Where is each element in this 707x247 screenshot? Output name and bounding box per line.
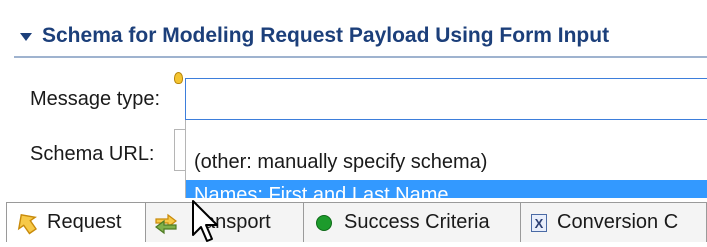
editor-panel: Schema for Modeling Request Payload Usin… bbox=[0, 0, 707, 247]
message-type-label: Message type: bbox=[30, 88, 161, 110]
section-title: Schema for Modeling Request Payload Usin… bbox=[42, 24, 610, 47]
tab-strip: Request ansport Success Criteria X Conve… bbox=[0, 198, 707, 247]
tab-conversion-label: Conversion C bbox=[557, 211, 679, 233]
message-type-combo[interactable] bbox=[185, 78, 707, 120]
tab-conversion[interactable]: X Conversion C bbox=[520, 202, 707, 242]
collapse-twisty-icon[interactable] bbox=[20, 33, 32, 41]
x-box-icon: X bbox=[531, 213, 547, 232]
tab-request[interactable]: Request bbox=[6, 202, 146, 242]
green-dot-icon bbox=[316, 214, 332, 231]
content-assist-lightbulb-icon bbox=[174, 72, 183, 84]
message-type-dropdown-list[interactable]: (other: manually specify schema) Names: … bbox=[185, 120, 707, 210]
schema-url-label: Schema URL: bbox=[30, 143, 155, 165]
tab-transport[interactable]: ansport bbox=[145, 202, 304, 242]
request-arrow-icon bbox=[17, 213, 37, 234]
section-divider bbox=[14, 56, 707, 58]
transport-icon bbox=[155, 213, 177, 234]
tab-success-criteria-label: Success Criteria bbox=[344, 211, 490, 233]
tab-request-label: Request bbox=[47, 211, 122, 233]
section-header[interactable]: Schema for Modeling Request Payload Usin… bbox=[14, 16, 707, 56]
dropdown-option-other[interactable]: (other: manually specify schema) bbox=[186, 147, 707, 177]
tab-success-criteria[interactable]: Success Criteria bbox=[303, 202, 521, 242]
mouse-pointer-icon bbox=[192, 200, 218, 242]
